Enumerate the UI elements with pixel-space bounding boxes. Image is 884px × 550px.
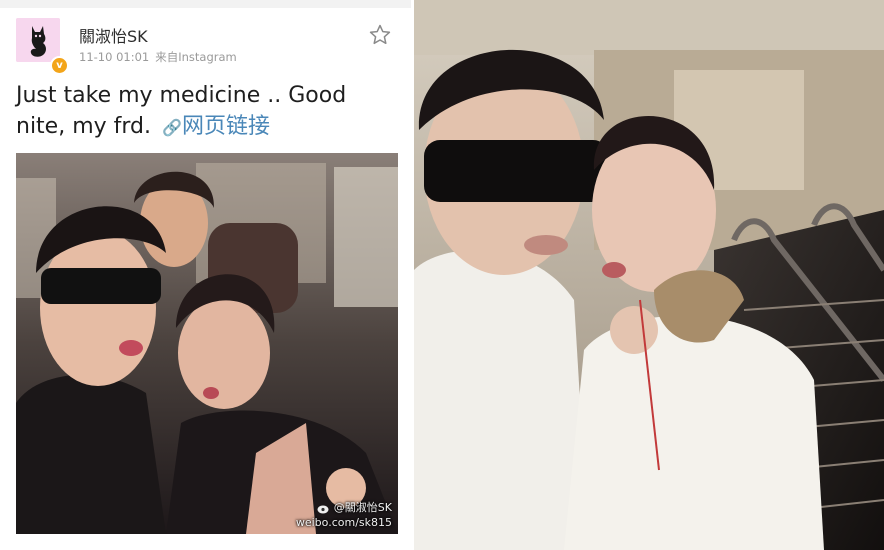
post-source[interactable]: 来自Instagram [155,50,237,64]
web-link-label: 网页链接 [181,114,270,139]
link-icon: 🔗 [162,118,182,137]
post-username[interactable]: 關淑怡SK [79,23,148,47]
escalator-selfie-photo[interactable] [414,0,884,550]
post-body: Just take my medicine .. Good nite, my f… [16,80,401,143]
car-selfie-photo [16,153,398,534]
watermark-url: weibo.com/sk815 [295,516,392,529]
cat-logo-icon [16,18,60,62]
photo-watermark: @關淑怡SK weibo.com/sk815 [296,500,392,530]
post-meta: 11-10 01:01 来自Instagram [79,49,243,65]
avatar[interactable] [16,18,60,62]
verified-badge: v [50,56,69,75]
post-timestamp: 11-10 01:01 [79,50,150,64]
watermark-handle: @關淑怡SK [333,501,392,514]
weibo-post-card: v 關淑怡SK 11-10 01:01 来自Instagram Just take… [0,0,411,550]
star-outline-icon[interactable] [368,23,392,47]
weibo-logo-icon [317,505,329,513]
escalator-scene [414,0,884,550]
post-photo[interactable]: @關淑怡SK weibo.com/sk815 [16,153,398,534]
top-strip [0,0,411,8]
web-link[interactable]: 🔗网页链接 [158,114,270,139]
